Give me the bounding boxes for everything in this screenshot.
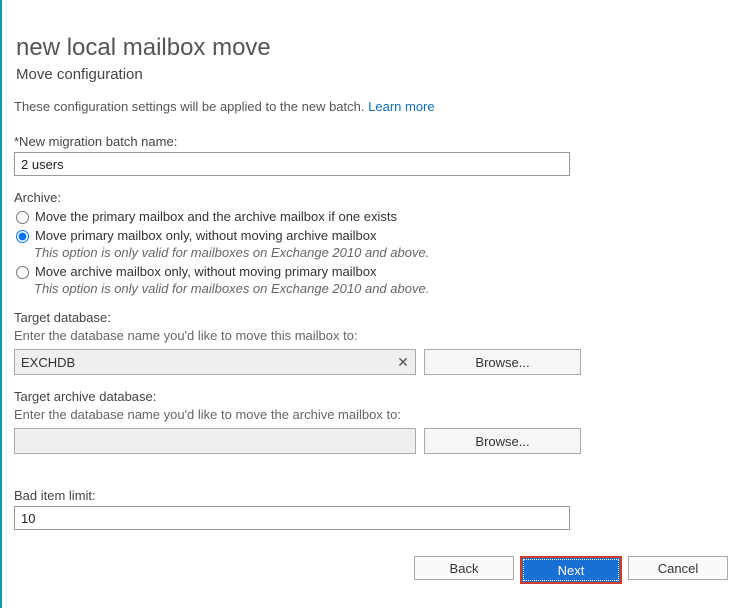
target-archive-db-help: Enter the database name you'd like to mo… xyxy=(14,407,736,422)
archive-label: Archive: xyxy=(14,190,736,205)
description-text: These configuration settings will be app… xyxy=(14,99,365,114)
learn-more-link[interactable]: Learn more xyxy=(368,99,434,114)
bad-item-section: Bad item limit: xyxy=(14,488,736,530)
target-archive-db-label: Target archive database: xyxy=(14,389,736,404)
description: These configuration settings will be app… xyxy=(14,99,736,114)
target-db-section: Target database: Enter the database name… xyxy=(14,310,736,375)
page-title: new local mailbox move xyxy=(16,34,736,62)
footer-buttons: Back Next Cancel xyxy=(414,556,728,584)
archive-option-primary: Move primary mailbox only, without movin… xyxy=(16,228,736,243)
batch-name-section: *New migration batch name: xyxy=(14,134,736,176)
cancel-button[interactable]: Cancel xyxy=(628,556,728,580)
archive-radio-primary[interactable] xyxy=(16,230,29,243)
bad-item-input[interactable] xyxy=(14,506,570,530)
batch-name-input[interactable] xyxy=(14,152,570,176)
archive-option-both: Move the primary mailbox and the archive… xyxy=(16,209,736,224)
clear-icon[interactable]: ✕ xyxy=(394,353,412,371)
dialog-content: new local mailbox move Move configuratio… xyxy=(2,0,756,530)
target-db-help: Enter the database name you'd like to mo… xyxy=(14,328,736,343)
archive-option-primary-label: Move primary mailbox only, without movin… xyxy=(35,228,377,243)
archive-radio-both[interactable] xyxy=(16,211,29,224)
page-subtitle: Move configuration xyxy=(16,66,736,83)
archive-radio-archive[interactable] xyxy=(16,266,29,279)
target-db-input[interactable] xyxy=(14,349,416,375)
archive-option-archive-hint: This option is only valid for mailboxes … xyxy=(34,281,736,296)
batch-name-label: *New migration batch name: xyxy=(14,134,736,149)
archive-option-primary-hint: This option is only valid for mailboxes … xyxy=(34,245,736,260)
target-db-label: Target database: xyxy=(14,310,736,325)
back-button[interactable]: Back xyxy=(414,556,514,580)
archive-option-archive-label: Move archive mailbox only, without movin… xyxy=(35,264,377,279)
archive-option-archive: Move archive mailbox only, without movin… xyxy=(16,264,736,279)
next-button[interactable]: Next xyxy=(523,559,619,581)
bad-item-label: Bad item limit: xyxy=(14,488,736,503)
dialog-frame: new local mailbox move Move configuratio… xyxy=(0,0,756,608)
target-archive-db-input[interactable] xyxy=(14,428,416,454)
target-archive-db-browse-button[interactable]: Browse... xyxy=(424,428,581,454)
next-highlight: Next xyxy=(520,556,622,584)
target-archive-db-section: Target archive database: Enter the datab… xyxy=(14,389,736,454)
archive-section: Archive: Move the primary mailbox and th… xyxy=(14,190,736,296)
target-db-browse-button[interactable]: Browse... xyxy=(424,349,581,375)
archive-option-both-label: Move the primary mailbox and the archive… xyxy=(35,209,397,224)
